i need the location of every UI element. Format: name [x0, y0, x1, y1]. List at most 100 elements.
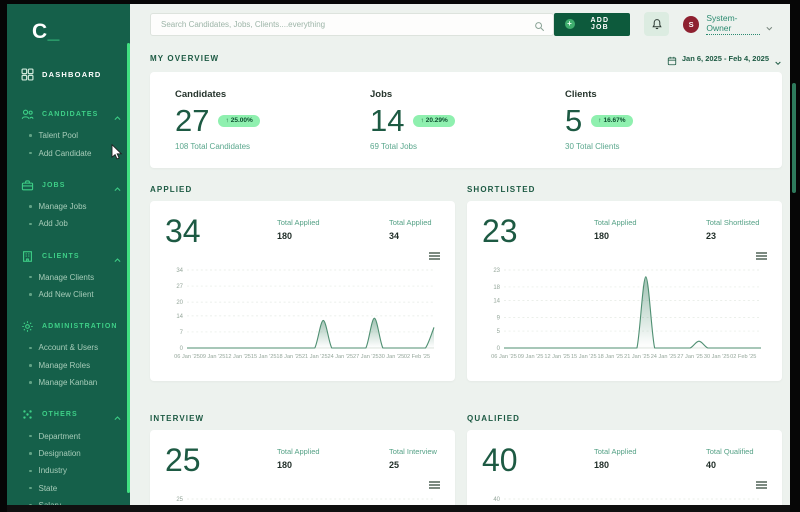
svg-text:02 Feb '25: 02 Feb '25	[404, 354, 430, 360]
svg-text:14: 14	[176, 314, 183, 320]
sidebar-item-account-users[interactable]: Account & Users	[7, 339, 130, 356]
svg-text:15 Jan '25: 15 Jan '25	[251, 354, 277, 360]
chevron-down-icon	[774, 54, 782, 66]
panel-big-value: 34	[165, 213, 201, 249]
panel-stat1-label: Total Applied	[277, 447, 320, 456]
sidebar-item-designation[interactable]: Designation	[7, 445, 130, 462]
search-icon[interactable]	[534, 19, 545, 31]
add-job-button[interactable]: + ADD JOB	[554, 12, 631, 36]
sidebar-item-salary[interactable]: Salary	[7, 497, 130, 505]
main-content: + ADD JOB S System-Owner MY OVERVIEW Jan…	[130, 4, 790, 505]
panel-title: APPLIED	[150, 184, 193, 194]
bullet-icon	[29, 364, 32, 367]
sidebar-group-candidates: CANDIDATES Talent Pool Add Candidate	[7, 101, 130, 162]
svg-text:14: 14	[493, 299, 500, 305]
sidebar-item-add-new-client[interactable]: Add New Client	[7, 286, 130, 303]
sidebar-group-header-clients[interactable]: CLIENTS	[7, 243, 130, 269]
svg-text:9: 9	[497, 316, 501, 322]
sidebar-group-clients: CLIENTS Manage Clients Add New Client	[7, 243, 130, 304]
stat-total: 30 Total Clients	[565, 142, 620, 151]
sidebar-item-add-candidate[interactable]: Add Candidate	[7, 144, 130, 161]
stat-card-jobs: Jobs 14 ↑ 20.29% 69 Total Jobs	[370, 89, 565, 151]
notifications-button[interactable]	[644, 12, 669, 36]
sidebar-group-label: CANDIDATES	[42, 111, 99, 118]
user-menu[interactable]: System-Owner	[706, 13, 761, 35]
gear-icon	[21, 320, 34, 333]
svg-text:25: 25	[176, 497, 183, 503]
svg-text:27 Jan '25: 27 Jan '25	[677, 354, 703, 360]
app-window: C_ DASHBOARD CANDIDATES Talent Pool Add Ca…	[7, 4, 790, 505]
chart-menu-icon[interactable]	[429, 252, 440, 261]
sidebar-group-administration: ADMINISTRATION Account & Users Manage Role…	[7, 313, 130, 391]
chart-menu-icon[interactable]	[756, 252, 767, 261]
svg-text:06 Jan '25: 06 Jan '25	[174, 354, 200, 360]
sidebar-group-header-others[interactable]: OTHERS	[7, 401, 130, 427]
sidebar-group-label: OTHERS	[42, 411, 78, 419]
sidebar-item-department[interactable]: Department	[7, 427, 130, 444]
chart-panels: APPLIED 34 Total Applied 180 Total Applied 34…	[150, 182, 782, 505]
sidebar-group-label: JOBS	[42, 181, 66, 189]
search-input[interactable]	[159, 18, 535, 30]
area-chart-shortlisted: 23181495006 Jan '25 09 Jan '25 12 Jan '25 1…	[491, 268, 761, 360]
stat-label: Clients	[565, 89, 597, 100]
svg-text:27: 27	[176, 284, 183, 290]
chart-menu-icon[interactable]	[756, 481, 767, 490]
sidebar-item-talent-pool[interactable]: Talent Pool	[7, 127, 130, 144]
avatar[interactable]: S	[683, 15, 700, 33]
sidebar-item-label: Manage Kanban	[38, 378, 98, 388]
overview-card: Candidates 27 ↑ 25.00% 108 Total Candidates…	[150, 72, 782, 168]
page-scrollbar[interactable]	[792, 83, 796, 193]
change-badge: ↑ 20.29%	[413, 114, 455, 127]
sidebar-group-header-administration[interactable]: ADMINISTRATION	[7, 313, 130, 339]
svg-text:0: 0	[180, 346, 184, 352]
svg-text:24 Jan '25: 24 Jan '25	[651, 354, 677, 360]
svg-text:30 Jan '25: 30 Jan '25	[379, 354, 405, 360]
sidebar-item-manage-clients[interactable]: Manage Clients	[7, 269, 130, 286]
panel-stat1-label: Total Applied	[277, 218, 320, 227]
svg-text:02 Feb '25: 02 Feb '25	[730, 354, 756, 360]
arrow-up-icon: ↑	[598, 117, 602, 124]
panel-stat2-value: 40	[706, 460, 717, 470]
plus-icon: +	[565, 19, 575, 29]
sidebar-group-header-jobs[interactable]: JOBS	[7, 172, 130, 198]
panel-qualified: QUALIFIED 40 Total Applied 180 Total Qualifi…	[467, 381, 782, 505]
panel-stat1-value: 180	[594, 231, 610, 241]
date-range-picker[interactable]: Jan 6, 2025 - Feb 4, 2025	[667, 53, 782, 66]
sidebar-group-jobs: JOBS Manage Jobs Add Job	[7, 172, 130, 233]
bullet-icon	[29, 205, 32, 208]
building-icon	[21, 250, 34, 263]
chevron-up-icon	[113, 110, 122, 120]
global-search[interactable]	[150, 12, 555, 36]
sidebar-item-label: Industry	[38, 466, 67, 476]
sidebar-group-header-candidates[interactable]: CANDIDATES	[7, 101, 130, 127]
chevron-down-icon[interactable]	[765, 20, 774, 31]
panel-stat2-value: 34	[389, 231, 400, 241]
sidebar-item-label: Account & Users	[38, 343, 99, 353]
bullet-icon	[29, 293, 32, 296]
overview-title: MY OVERVIEW	[150, 53, 220, 63]
panel-card-applied: 34 Total Applied 180 Total Applied 34 34 27 20 1…	[150, 201, 455, 381]
svg-text:27 Jan '25: 27 Jan '25	[353, 354, 379, 360]
panel-card-qualified: 40 Total Applied 180 Total Qualified 40 40	[467, 430, 782, 505]
svg-text:18 Jan '25: 18 Jan '25	[276, 354, 302, 360]
sidebar-item-dashboard[interactable]: DASHBOARD	[7, 58, 130, 91]
sidebar-item-manage-jobs[interactable]: Manage Jobs	[7, 198, 130, 215]
sidebar-item-manage-roles[interactable]: Manage Roles	[7, 357, 130, 374]
app-logo[interactable]: C_	[7, 4, 130, 58]
topbar: + ADD JOB S System-Owner	[150, 4, 782, 44]
sidebar-item-manage-kanban[interactable]: Manage Kanban	[7, 374, 130, 391]
bullet-icon	[29, 222, 32, 226]
sidebar-item-industry[interactable]: Industry	[7, 462, 130, 479]
stat-value: 5	[565, 103, 583, 138]
sidebar-item-state[interactable]: State	[7, 480, 130, 497]
bullet-icon	[29, 469, 32, 473]
sidebar-item-label: Add Job	[38, 219, 68, 229]
sidebar-group-others: OTHERS Department Designation Industry State…	[7, 401, 130, 505]
sidebar: C_ DASHBOARD CANDIDATES Talent Pool Add Ca…	[7, 4, 130, 505]
chart-menu-icon[interactable]	[429, 481, 440, 490]
svg-text:18 Jan '25: 18 Jan '25	[598, 354, 624, 360]
change-badge: ↑ 25.00%	[218, 114, 260, 127]
panel-stat1-label: Total Applied	[594, 218, 637, 227]
svg-text:24 Jan '25: 24 Jan '25	[327, 354, 353, 360]
sidebar-item-add-job[interactable]: Add Job	[7, 215, 130, 232]
